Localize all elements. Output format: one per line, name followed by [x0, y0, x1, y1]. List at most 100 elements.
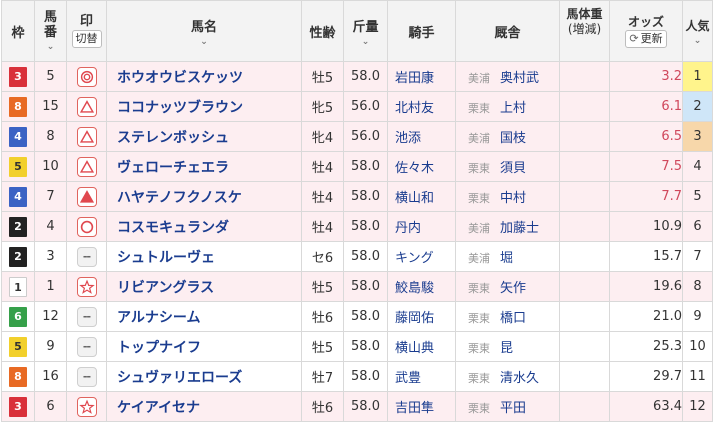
sex-age: 牡5: [301, 61, 344, 92]
jockey-link[interactable]: 鮫島駿: [389, 281, 434, 296]
jockey-link[interactable]: 佐々木: [389, 161, 434, 176]
trainer-link[interactable]: 平田: [494, 401, 526, 416]
trainer-link[interactable]: 上村: [494, 101, 526, 116]
horse-number: 10: [34, 151, 67, 182]
jockey-cell: キング: [387, 241, 456, 272]
jockey-link[interactable]: 横山典: [389, 341, 434, 356]
body-weight-cell: [559, 241, 610, 272]
trainer-region: 栗東: [468, 282, 490, 295]
mark-cell[interactable]: --: [66, 361, 107, 392]
trainer-link[interactable]: 加藤士: [494, 221, 539, 236]
body-weight-cell: [559, 391, 610, 422]
horse-name-link[interactable]: アルナシーム: [108, 310, 200, 326]
triangle-mark-icon[interactable]: [76, 96, 97, 117]
popularity-rank: 12: [689, 398, 706, 414]
horse-number: 3: [34, 241, 67, 272]
mark-cell[interactable]: [66, 121, 107, 152]
triangle-mark-icon[interactable]: [76, 156, 97, 177]
horse-name-link[interactable]: コスモキュランダ: [108, 220, 229, 236]
no-mark-icon[interactable]: --: [76, 246, 97, 267]
jockey-link[interactable]: 丹内: [389, 221, 421, 236]
jockey-cell: 北村友: [387, 91, 456, 122]
jockey-link[interactable]: 池添: [389, 131, 421, 146]
filled-triangle-mark-icon[interactable]: [76, 186, 97, 207]
horse-name-cell: ホウオウビスケッツ: [106, 61, 302, 92]
trainer-link[interactable]: 矢作: [494, 281, 526, 296]
table-row: 2 3 -- シュトルーヴェ セ6 58.0 キング 美浦堀 15.7 7: [1, 241, 713, 272]
trainer-link[interactable]: 中村: [494, 191, 526, 206]
horse-name-link[interactable]: ハヤテノフクノスケ: [108, 190, 242, 206]
trainer-region: 美浦: [468, 132, 490, 145]
horse-name-link[interactable]: ホウオウビスケッツ: [108, 70, 243, 86]
popularity-rank: 8: [693, 278, 702, 294]
trainer-link[interactable]: 堀: [494, 251, 513, 266]
trainer-link[interactable]: 清水久: [494, 371, 539, 386]
frame-badge: 3: [9, 396, 27, 417]
popularity-rank: 3: [693, 128, 702, 144]
jockey-link[interactable]: 武豊: [389, 371, 421, 386]
circle-mark-icon[interactable]: [76, 216, 97, 237]
col-header-jockey: 騎手: [387, 0, 456, 62]
jockey-link[interactable]: 横山和: [389, 191, 434, 206]
mark-cell[interactable]: [66, 391, 107, 422]
mark-toggle-button[interactable]: 切替: [71, 30, 102, 48]
mark-cell[interactable]: [66, 91, 107, 122]
col-header-name[interactable]: 馬名 ⌄: [106, 0, 302, 62]
odds-value: 7.5: [609, 151, 683, 182]
col-header-umaban[interactable]: 馬 番 ⌄: [34, 0, 67, 62]
chevron-down-icon: ⌄: [46, 42, 55, 52]
jockey-link[interactable]: キング: [389, 251, 434, 266]
race-entry-table: 枠 馬 番 ⌄ 印 切替 馬名 ⌄ 性齢 斤量 ⌄ 騎手 厩舎 馬体重 (増減)…: [1, 0, 713, 422]
mark-cell[interactable]: [66, 211, 107, 242]
horse-name-link[interactable]: シュトルーヴェ: [108, 250, 215, 266]
frame-cell: 5: [1, 331, 35, 362]
horse-name-link[interactable]: リビアングラス: [108, 280, 214, 296]
odds-value: 19.6: [609, 271, 683, 302]
mark-cell[interactable]: --: [66, 331, 107, 362]
odds-value: 10.9: [609, 211, 683, 242]
mark-cell[interactable]: [66, 151, 107, 182]
mark-cell[interactable]: [66, 61, 107, 92]
sex-age: 牡5: [301, 331, 344, 362]
star-mark-icon[interactable]: [76, 276, 97, 297]
jockey-link[interactable]: 藤岡佑: [389, 311, 434, 326]
star-mark-icon[interactable]: [76, 396, 97, 417]
col-header-weight[interactable]: 斤量 ⌄: [343, 0, 388, 62]
jockey-link[interactable]: 北村友: [389, 101, 434, 116]
horse-name-link[interactable]: シュヴァリエローズ: [108, 370, 242, 386]
odds-update-button[interactable]: ⟳ 更新: [625, 30, 667, 48]
jockey-link[interactable]: 岩田康: [389, 71, 434, 86]
no-mark-icon[interactable]: --: [76, 366, 97, 387]
double-circle-mark-icon[interactable]: [76, 66, 97, 87]
mark-cell[interactable]: --: [66, 301, 107, 332]
col-header-odds[interactable]: オッズ ⟳ 更新: [609, 0, 683, 62]
trainer-cell: 美浦堀: [455, 241, 560, 272]
horse-name-link[interactable]: ココナッツブラウン: [108, 100, 243, 116]
chevron-down-icon: ⌄: [361, 36, 370, 47]
trainer-link[interactable]: 国枝: [494, 131, 526, 146]
mark-cell[interactable]: [66, 181, 107, 212]
carried-weight: 58.0: [343, 181, 388, 212]
trainer-link[interactable]: 橋口: [494, 311, 526, 326]
carried-weight: 58.0: [343, 391, 388, 422]
triangle-mark-icon[interactable]: [76, 126, 97, 147]
no-mark-icon[interactable]: --: [76, 306, 97, 327]
no-mark-icon[interactable]: --: [76, 336, 97, 357]
horse-number: 16: [34, 361, 67, 392]
horse-number: 6: [34, 391, 67, 422]
horse-name-link[interactable]: トップナイフ: [108, 340, 201, 356]
jockey-link[interactable]: 吉田隼: [389, 401, 434, 416]
mark-cell[interactable]: --: [66, 241, 107, 272]
horse-name-link[interactable]: ヴェローチェエラ: [108, 160, 229, 176]
mark-cell[interactable]: [66, 271, 107, 302]
refresh-icon: ⟳: [629, 32, 639, 45]
trainer-link[interactable]: 昆: [494, 341, 513, 356]
popularity-cell: 4: [682, 151, 713, 182]
trainer-link[interactable]: 須貝: [494, 161, 526, 176]
trainer-link[interactable]: 奥村武: [494, 71, 539, 86]
frame-cell: 3: [1, 391, 35, 422]
col-header-trainer: 厩舎: [455, 0, 560, 62]
horse-name-link[interactable]: ステレンボッシュ: [108, 130, 229, 146]
horse-name-link[interactable]: ケイアイセナ: [108, 400, 200, 416]
col-header-popularity[interactable]: 人気 ⌄: [682, 0, 713, 62]
